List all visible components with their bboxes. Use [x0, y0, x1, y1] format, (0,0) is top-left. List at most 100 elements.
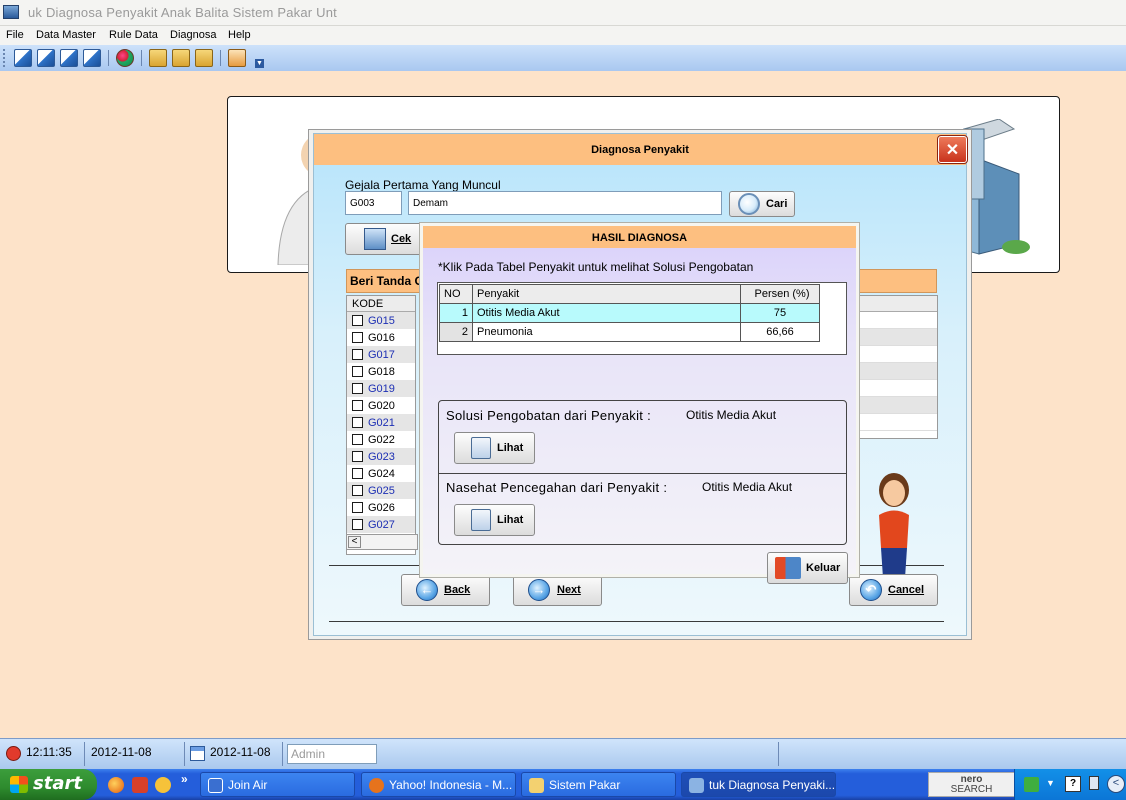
checkbox[interactable] [352, 485, 363, 496]
lihat-solusi-button[interactable]: Lihat [454, 432, 535, 464]
arrow-left-icon: ← [416, 579, 438, 601]
start-button[interactable]: start [0, 769, 97, 800]
back-circle-icon[interactable]: < [1107, 775, 1125, 793]
list-item[interactable]: G026 [347, 499, 415, 516]
keluar-button[interactable]: Keluar [767, 552, 848, 584]
list-item[interactable]: G018 [347, 363, 415, 380]
join-air-icon [208, 778, 223, 793]
grid-row[interactable] [860, 329, 937, 346]
grid-row[interactable] [860, 380, 937, 397]
back-button[interactable]: ← Back [401, 574, 490, 606]
list-item[interactable]: G025 [347, 482, 415, 499]
cancel-button[interactable]: ↶ Cancel [849, 574, 938, 606]
checkbox[interactable] [352, 349, 363, 360]
edit-icon[interactable] [83, 49, 101, 67]
checkbox[interactable] [352, 468, 363, 479]
window-icon[interactable] [1089, 776, 1099, 790]
avast-icon[interactable] [155, 777, 171, 793]
report-icon[interactable] [228, 49, 246, 67]
firefox-icon[interactable] [108, 777, 124, 793]
col-header-persen[interactable]: Persen (%) [740, 284, 820, 304]
col-header-no[interactable]: NO [439, 284, 473, 304]
nero-search-box[interactable]: nero SEARCH [928, 772, 1015, 797]
grid-row[interactable] [860, 414, 937, 431]
checkbox[interactable] [352, 332, 363, 343]
grid-row[interactable] [860, 397, 937, 414]
row-persen[interactable]: 75 [740, 303, 820, 323]
go-arrow-icon[interactable] [1024, 777, 1039, 792]
kode-column-header[interactable]: KODE [347, 296, 415, 312]
checkbox[interactable] [352, 383, 363, 394]
task-yahoo[interactable]: Yahoo! Indonesia - M... [361, 772, 516, 797]
checkbox[interactable] [352, 366, 363, 377]
gejala-name-field[interactable]: Demam [408, 191, 722, 215]
quick-launch-overflow-icon[interactable]: » [181, 772, 188, 786]
menu-help[interactable]: Help [228, 29, 251, 41]
row-persen[interactable]: 66,66 [740, 322, 820, 342]
horizontal-scrollbar[interactable]: < [346, 534, 418, 550]
help-icon[interactable]: ? [1065, 776, 1081, 792]
grid-row[interactable] [860, 346, 937, 363]
task-diagnosa-app[interactable]: tuk Diagnosa Penyaki... [681, 772, 836, 797]
table-row[interactable]: 2 Pneumonia 66,66 [439, 322, 820, 342]
checkbox[interactable] [352, 451, 363, 462]
list-item[interactable]: G017 [347, 346, 415, 363]
checkbox[interactable] [352, 417, 363, 428]
gejala-code-list[interactable]: KODE G015 G016 G017 G018 G019 G020 G021 G022 G02… [346, 295, 416, 555]
list-item[interactable]: G024 [347, 465, 415, 482]
toolbar-separator [108, 50, 109, 66]
list-item[interactable]: G027 [347, 516, 415, 533]
tree-icon[interactable] [172, 49, 190, 67]
scroll-left-icon[interactable]: < [348, 536, 361, 548]
row-penyakit[interactable]: Pneumonia [472, 322, 741, 342]
grid-row[interactable] [860, 363, 937, 380]
grid-row[interactable] [860, 312, 937, 329]
checkbox[interactable] [352, 315, 363, 326]
col-header-penyakit[interactable]: Penyakit [472, 284, 741, 304]
list-item[interactable]: G021 [347, 414, 415, 431]
cek-button[interactable]: Cek [345, 223, 425, 255]
list-item[interactable]: G016 [347, 329, 415, 346]
edit-icon[interactable] [14, 49, 32, 67]
gejala-description-grid[interactable] [859, 295, 938, 439]
status-date: 2012-11-08 [91, 745, 152, 759]
menu-diagnosa[interactable]: Diagnosa [170, 29, 216, 41]
users-icon[interactable] [116, 49, 134, 67]
toolbar-overflow-icon[interactable]: ▼ [255, 59, 264, 68]
dropdown-icon[interactable]: ▼ [1046, 778, 1055, 788]
lihat-nasehat-button[interactable]: Lihat [454, 504, 535, 536]
task-sistem-pakar[interactable]: Sistem Pakar [521, 772, 676, 797]
menu-rule-data[interactable]: Rule Data [109, 29, 158, 41]
menu-data-master[interactable]: Data Master [36, 29, 96, 41]
list-item[interactable]: G023 [347, 448, 415, 465]
list-item[interactable]: G019 [347, 380, 415, 397]
menu-file[interactable]: File [6, 29, 24, 41]
task-join-air[interactable]: Join Air [200, 772, 355, 797]
edit-icon[interactable] [60, 49, 78, 67]
diagnosa-window-title-bar: Diagnosa Penyakit ✕ [314, 134, 968, 165]
checkbox[interactable] [352, 400, 363, 411]
cari-button[interactable]: Cari [729, 191, 795, 217]
menu-bar: File Data Master Rule Data Diagnosa Help [0, 26, 1126, 45]
close-button[interactable]: ✕ [937, 135, 968, 164]
tree-icon[interactable] [149, 49, 167, 67]
status-separator [84, 742, 85, 766]
penyakit-table[interactable]: NO Penyakit Persen (%) 1 Otitis Media Ak… [439, 284, 820, 342]
next-button[interactable]: → Next [513, 574, 602, 606]
opera-icon[interactable] [132, 777, 148, 793]
list-item[interactable]: G020 [347, 397, 415, 414]
table-row[interactable]: 1 Otitis Media Akut 75 [439, 303, 820, 323]
penyakit-table-frame: NO Penyakit Persen (%) 1 Otitis Media Ak… [437, 282, 847, 355]
toolbar-grip[interactable] [3, 49, 6, 67]
checkbox[interactable] [352, 502, 363, 513]
row-penyakit[interactable]: Otitis Media Akut [472, 303, 741, 323]
gejala-code-field[interactable]: G003 [345, 191, 402, 215]
user-field[interactable]: Admin [287, 744, 377, 764]
edit-icon[interactable] [37, 49, 55, 67]
list-item[interactable]: G015 [347, 312, 415, 329]
tree-icon[interactable] [195, 49, 213, 67]
checkbox[interactable] [352, 434, 363, 445]
list-item[interactable]: G022 [347, 431, 415, 448]
gejala-code: G026 [368, 501, 395, 514]
checkbox[interactable] [352, 519, 363, 530]
